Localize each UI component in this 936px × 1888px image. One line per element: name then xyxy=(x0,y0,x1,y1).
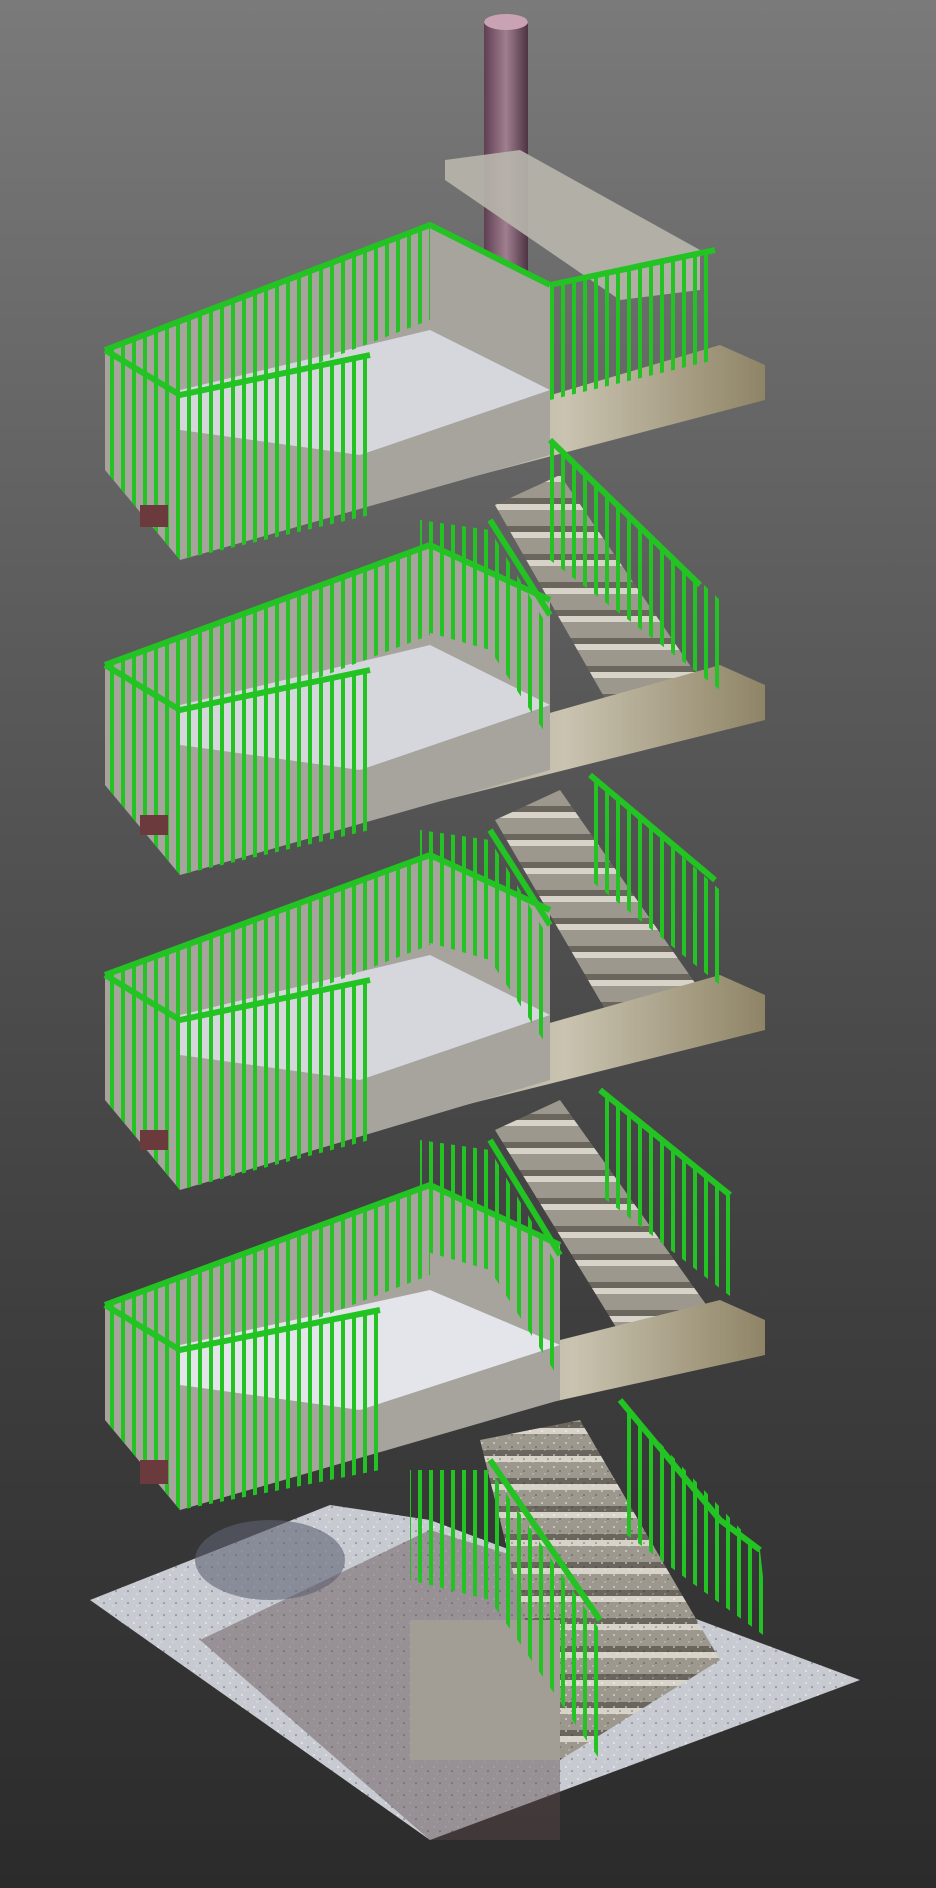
staircase-point-cloud-view xyxy=(90,14,860,1840)
